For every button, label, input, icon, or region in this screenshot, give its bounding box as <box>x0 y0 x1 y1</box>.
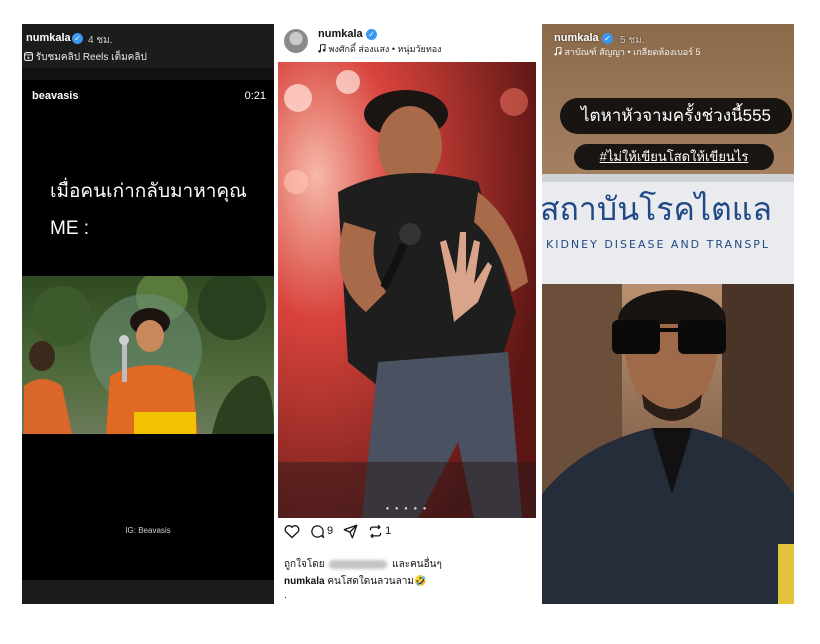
hashtag-text: #ไม่ให้เขียนโสดให้เขียนไร <box>599 149 749 164</box>
comment-button[interactable]: 9 <box>310 524 333 539</box>
repost-button[interactable]: 1 <box>368 524 391 539</box>
verified-badge-icon: ✓ <box>602 33 613 44</box>
story-footer <box>22 580 274 604</box>
comment-count: 9 <box>327 525 334 537</box>
like-button[interactable] <box>284 524 300 539</box>
music-label: พงศักดิ์ ส่องแสง • หนุ่มวัยทอง <box>328 44 442 54</box>
verified-badge-icon: ✓ <box>366 29 377 40</box>
avatar[interactable] <box>284 29 308 53</box>
hashtag-sticker[interactable]: #ไม่ให้เขียนโสดให้เขียนไร <box>574 144 774 170</box>
feed-post-panel: numkala ✓ พงศักดิ์ ส่องแสง • หนุ่มวัยทอง <box>278 24 536 604</box>
story-music-label: สาบัณฑ์ สัญญา • เกลียดห้องเบอร์ 5 <box>564 47 701 57</box>
post-caption: numkala คนโสดใดนลวนลาม🤣 <box>284 574 426 589</box>
post-music[interactable]: พงศักดิ์ ส่องแสง • หนุ่มวัยทอง <box>318 42 442 56</box>
liked-by-suffix: และคนอื่นๆ <box>392 559 442 570</box>
liked-by-prefix: ถูกใจโดย <box>284 559 325 570</box>
music-note-icon <box>318 43 326 53</box>
reel-account[interactable]: beavasis <box>32 90 78 102</box>
selfie-story-panel: สถาบันโรคไตแล KIDNEY DISEASE AND TRANSPL… <box>542 24 794 604</box>
post-photo[interactable] <box>278 62 536 518</box>
liked-by-line[interactable]: ถูกใจโดย และคนอื่นๆ <box>284 557 442 572</box>
share-icon <box>343 524 358 538</box>
story-time: 4 ชม. <box>88 35 113 46</box>
share-button[interactable] <box>343 524 358 539</box>
repost-count: 1 <box>385 525 392 537</box>
post-username[interactable]: numkala <box>318 28 363 40</box>
carousel-dots[interactable]: ● ● ● ● ● <box>278 506 536 512</box>
repost-icon <box>370 524 382 538</box>
reel-caption-line2: ME : <box>50 218 90 239</box>
blurred-username <box>329 559 388 569</box>
heart-icon <box>284 524 300 538</box>
story-header: numkala ✓ 4 ชม. รับชมคลิป Reels เต็มคลิป <box>22 24 274 68</box>
story-username[interactable]: numkala <box>554 32 599 44</box>
story-username[interactable]: numkala <box>26 32 71 44</box>
caption-more: . <box>284 590 287 601</box>
watch-full-reel-link[interactable]: รับชมคลิป Reels เต็มคลิป <box>24 50 147 65</box>
watch-full-reel-label: รับชมคลิป Reels เต็มคลิป <box>35 52 147 63</box>
story-music-tag[interactable]: สาบัณฑ์ สัญญา • เกลียดห้องเบอร์ 5 <box>554 45 701 59</box>
post-actions: 9 1 <box>284 521 391 541</box>
verified-badge-icon: ✓ <box>72 33 83 44</box>
sign-thai-text: สถาบันโรคไตแล <box>542 190 772 228</box>
caption-username[interactable]: numkala <box>284 576 325 587</box>
text-sticker-main: ไตหาหัวจามครั้งช่วงนี้555 <box>560 98 792 134</box>
caption-text: คนโสดใดนลวนลาม🤣 <box>327 576 427 587</box>
reel-video[interactable]: beavasis 0:21 เมื่อคนเก่ากลับมาหาคุณ ME … <box>22 80 274 580</box>
music-note-icon <box>554 46 562 56</box>
reel-duration: 0:21 <box>244 90 266 102</box>
reel-video-frame <box>22 276 274 434</box>
reels-story-panel: numkala ✓ 4 ชม. รับชมคลิป Reels เต็มคลิป… <box>22 24 274 604</box>
reel-caption-line1: เมื่อคนเก่ากลับมาหาคุณ <box>50 181 247 202</box>
reels-icon <box>24 52 34 62</box>
comment-icon <box>311 524 325 539</box>
sign-english-text: KIDNEY DISEASE AND TRANSPL <box>546 238 770 251</box>
reel-watermark: IG: Beavasis <box>125 526 171 535</box>
